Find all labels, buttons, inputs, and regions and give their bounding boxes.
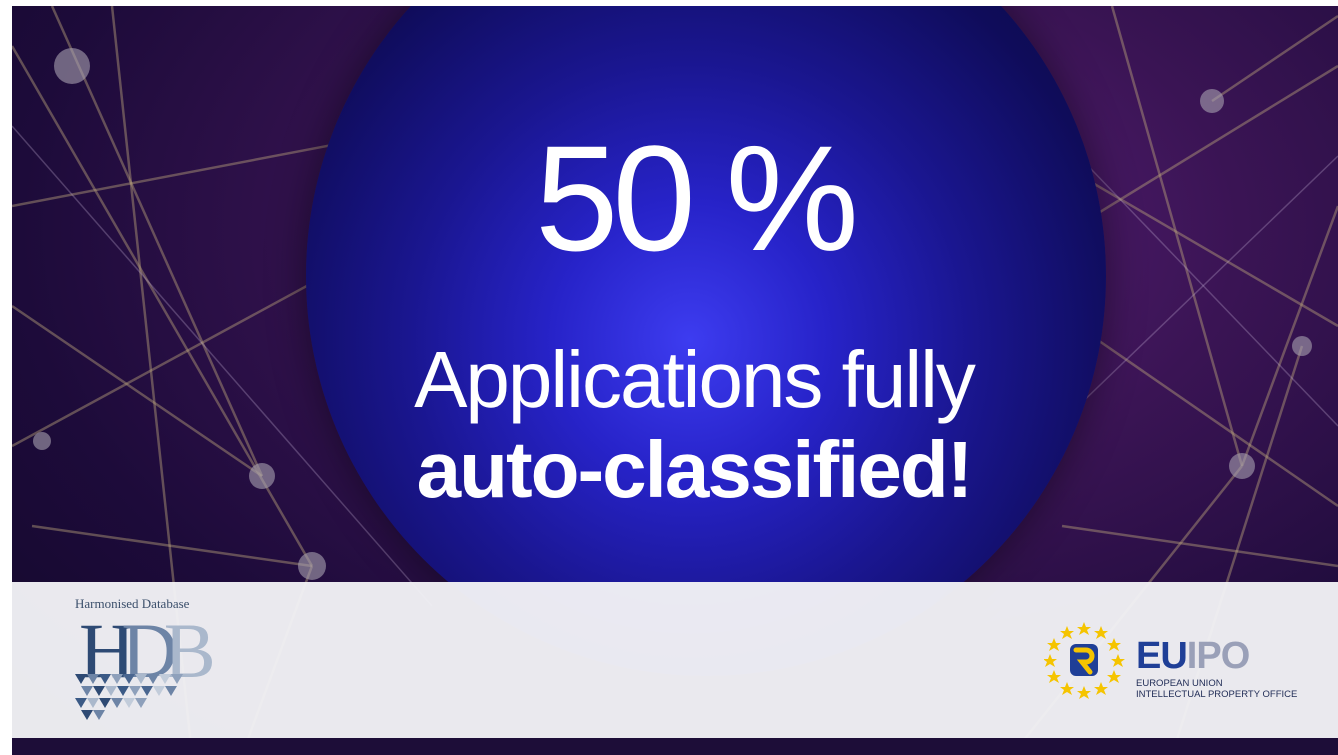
percent-figure: 50 % — [535, 114, 859, 282]
eu-stars-icon — [1044, 622, 1125, 699]
bottom-strip — [12, 738, 1338, 755]
logo-footer: Harmonised Database HDB EUIPO EUROPEAN U… — [12, 582, 1338, 738]
euipo-subtitle-line-1: EUROPEAN UNION — [1136, 678, 1223, 689]
euipo-wordmark: EUIPO — [1136, 635, 1250, 677]
euipo-logo: EUIPO EUROPEAN UNION INTELLECTUAL PROPER… — [1044, 620, 1338, 700]
headline-line-2: auto-classified! — [416, 425, 974, 514]
euipo-subtitle: EUROPEAN UNION INTELLECTUAL PROPERTY OFF… — [1136, 678, 1297, 700]
headline-line-1: Applications fully — [414, 335, 976, 424]
triangle-mosaic-icon — [75, 674, 183, 720]
hdb-logo: Harmonised Database HDB — [75, 590, 225, 730]
euipo-subtitle-line-2: INTELLECTUAL PROPERTY OFFICE — [1136, 689, 1298, 700]
euipo-eu: EU — [1136, 635, 1188, 677]
euipo-ipo: IPO — [1186, 635, 1250, 677]
